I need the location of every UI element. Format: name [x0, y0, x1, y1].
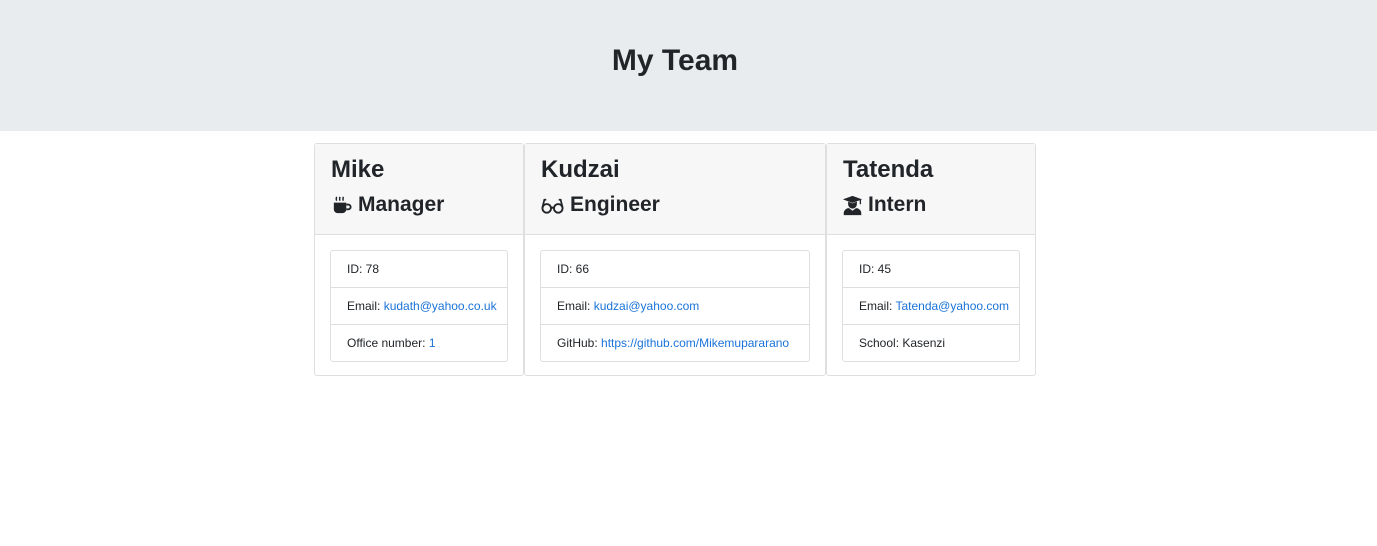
- id-label: ID:: [347, 262, 366, 276]
- employee-role: Intern: [842, 192, 926, 218]
- employee-card-intern: Tatenda Intern ID: 45 Email: Tatenda@yah…: [826, 143, 1036, 376]
- id-label: ID:: [557, 262, 576, 276]
- office-number-row: Office number: 1: [331, 325, 507, 361]
- id-value: 45: [877, 262, 892, 276]
- page-header: My Team: [0, 0, 1377, 131]
- email-link[interactable]: kudzai@yahoo.com: [594, 299, 700, 313]
- role-label: Engineer: [570, 193, 660, 216]
- id-label: ID:: [859, 262, 878, 276]
- email-row: Email: kudzai@yahoo.com: [541, 288, 809, 325]
- page-title: My Team: [611, 44, 739, 77]
- school-row: School: Kasenzi: [843, 325, 1019, 361]
- github-label: GitHub:: [557, 336, 602, 350]
- email-link[interactable]: Tatenda@yahoo.com: [895, 299, 1009, 313]
- office-number-link[interactable]: 1: [429, 336, 436, 350]
- school-value: Kasenzi: [902, 336, 946, 350]
- id-row: ID: 66: [541, 251, 809, 288]
- email-label: Email:: [347, 299, 384, 313]
- employee-name: Kudzai: [541, 156, 620, 183]
- employee-card-engineer: Kudzai Engineer ID: 66 Email: kudzai@yah…: [524, 143, 826, 376]
- email-label: Email:: [557, 299, 594, 313]
- office-number-label: Office number:: [347, 336, 429, 350]
- id-value: 78: [365, 262, 380, 276]
- coffee-icon: [330, 194, 358, 217]
- email-link[interactable]: kudath@yahoo.co.uk: [384, 299, 497, 313]
- email-row: Email: Tatenda@yahoo.com: [843, 288, 1019, 325]
- employee-card-manager: Mike Manager ID: 78 Email: kudath@yahoo.…: [314, 143, 524, 376]
- role-label: Manager: [358, 193, 445, 216]
- card-header: Tatenda Intern: [827, 144, 1035, 235]
- employee-name: Tatenda: [843, 156, 934, 183]
- github-link[interactable]: https://github.com/Mikemupararano: [601, 336, 789, 350]
- card-header: Mike Manager: [315, 144, 523, 235]
- id-row: ID: 45: [843, 251, 1019, 288]
- employee-details: ID: 45 Email: Tatenda@yahoo.com School: …: [842, 250, 1020, 362]
- employee-name: Mike: [331, 156, 385, 183]
- employee-details: ID: 78 Email: kudath@yahoo.co.uk Office …: [330, 250, 508, 362]
- employee-role: Manager: [330, 192, 444, 218]
- role-label: Intern: [868, 193, 927, 216]
- graduate-icon: [842, 194, 868, 217]
- id-row: ID: 78: [331, 251, 507, 288]
- email-label: Email:: [859, 299, 896, 313]
- school-label: School:: [859, 336, 903, 350]
- id-value: 66: [575, 262, 590, 276]
- employee-details: ID: 66 Email: kudzai@yahoo.com GitHub: h…: [540, 250, 810, 362]
- github-row: GitHub: https://github.com/Mikemupararan…: [541, 325, 809, 361]
- email-row: Email: kudath@yahoo.co.uk: [331, 288, 507, 325]
- card-header: Kudzai Engineer: [525, 144, 825, 235]
- employee-role: Engineer: [540, 192, 660, 218]
- glasses-icon: [540, 194, 570, 217]
